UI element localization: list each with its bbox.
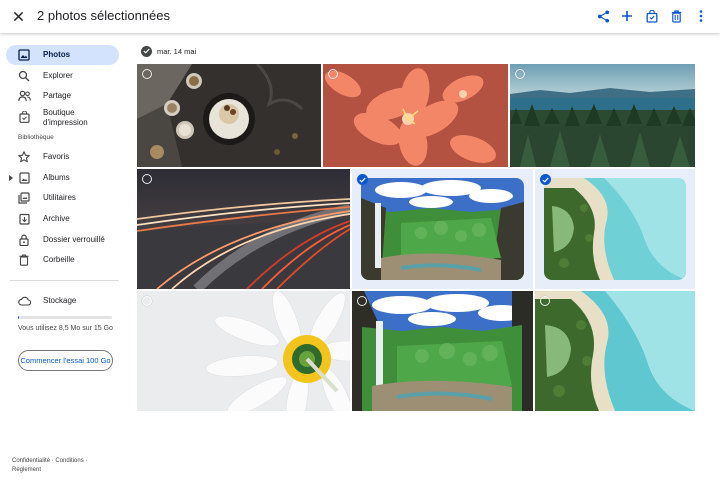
share-button[interactable]: [594, 7, 612, 25]
nav-item-albums[interactable]: Albums: [6, 168, 119, 188]
nav-item-explore[interactable]: Explorer: [6, 66, 119, 86]
nav-label: Corbeille: [43, 255, 75, 264]
nav-label: Dossier verrouillé: [43, 235, 105, 244]
select-photo-checkbox[interactable]: [328, 69, 338, 79]
delete-button[interactable]: [667, 7, 685, 25]
nav-item-print-store[interactable]: Boutique d'impression: [6, 107, 119, 131]
close-icon: [13, 11, 23, 21]
check-icon: [359, 177, 366, 183]
footer-links: Confidentialité · Conditions · Règlement: [12, 457, 122, 475]
nav-label: Photos: [43, 50, 71, 59]
nav-item-storage[interactable]: Stockage: [6, 291, 119, 311]
aerial-coast-image: [544, 178, 686, 280]
storage-meter: [18, 316, 112, 319]
start-trial-button[interactable]: Commencer l'essai 100 Go: [18, 350, 113, 371]
photo-selected-checkbox[interactable]: [357, 174, 368, 185]
cloud-icon: [17, 294, 31, 308]
forest-lake-image: [510, 64, 695, 167]
nav-item-locked-folder[interactable]: Dossier verrouillé: [6, 230, 119, 250]
photo-tile[interactable]: [137, 64, 321, 167]
nav-label: Archive: [43, 214, 70, 223]
album-icon: [17, 171, 31, 185]
date-group-header: mar. 14 mai: [141, 45, 196, 57]
separator: ·: [85, 458, 88, 464]
nav-label: Utilitaires: [43, 193, 76, 202]
white-daisy-image: [137, 291, 350, 411]
photo-tile[interactable]: [510, 64, 695, 167]
date-label: mar. 14 mai: [157, 46, 197, 56]
star-icon: [17, 150, 31, 164]
share-icon: [597, 9, 609, 23]
more-vert-icon: [699, 10, 703, 22]
search-icon: [17, 69, 31, 83]
select-photo-checkbox[interactable]: [142, 174, 152, 184]
trash-icon: [17, 253, 31, 267]
waterfall-canyon-image: [361, 178, 524, 280]
nav-item-photos[interactable]: Photos: [6, 45, 119, 65]
library-section-title: Bibliothèque: [18, 134, 54, 141]
separator: ·: [51, 458, 54, 464]
photos-icon: [17, 48, 31, 62]
food-flatlay-image: [137, 64, 321, 167]
select-photo-checkbox[interactable]: [357, 296, 367, 306]
trash-icon: [671, 9, 681, 23]
nav-item-archive[interactable]: Archive: [6, 209, 119, 229]
select-photo-checkbox[interactable]: [142, 296, 152, 306]
photo-tile[interactable]: [352, 291, 533, 411]
top-app-bar: 2 photos sélectionnées: [0, 0, 720, 33]
print-store-icon: [17, 110, 31, 124]
shopping-bag-icon: [646, 9, 658, 23]
photo-tile[interactable]: [352, 169, 533, 289]
nav-item-utilities[interactable]: Utilitaires: [6, 188, 119, 208]
sidebar: Photos Explorer Partage Boutique d'impre…: [0, 33, 130, 485]
nav-label: Stockage: [43, 296, 77, 305]
photo-selected-checkbox[interactable]: [540, 174, 551, 185]
nav-label: Favoris: [43, 152, 70, 161]
nav-item-sharing[interactable]: Partage: [6, 86, 119, 106]
select-photo-checkbox[interactable]: [540, 296, 550, 306]
highway-light-trails-image: [137, 169, 350, 289]
utilities-icon: [17, 191, 31, 205]
expand-caret-icon[interactable]: [8, 174, 14, 182]
orange-flowers-image: [323, 64, 508, 167]
waterfall-canyon-image: [352, 291, 533, 411]
add-icon: [622, 11, 632, 21]
check-icon: [542, 177, 549, 183]
order-photos-button[interactable]: [643, 7, 661, 25]
close-selection-button[interactable]: [9, 7, 27, 25]
select-photo-checkbox[interactable]: [515, 69, 525, 79]
photo-tile[interactable]: [535, 291, 695, 411]
nav-item-trash[interactable]: Corbeille: [6, 250, 119, 270]
people-icon: [17, 89, 31, 103]
nav-label: Boutique d'impression: [43, 108, 88, 127]
photo-tile[interactable]: [535, 169, 695, 289]
policy-link[interactable]: Règlement: [12, 467, 41, 473]
photo-tile[interactable]: [323, 64, 508, 167]
check-icon: [143, 48, 150, 54]
storage-usage-text: Vous utilisez 8,5 Mo sur 15 Go: [18, 325, 113, 332]
archive-icon: [17, 212, 31, 226]
privacy-link[interactable]: Confidentialité: [12, 458, 50, 464]
select-photo-checkbox[interactable]: [142, 69, 152, 79]
sidebar-divider: [10, 280, 119, 281]
add-to-button[interactable]: [618, 7, 636, 25]
nav-label: Albums: [43, 173, 70, 182]
select-group-checkbox[interactable]: [141, 45, 152, 57]
nav-label: Explorer: [43, 71, 73, 80]
selection-count-title: 2 photos sélectionnées: [37, 8, 170, 23]
storage-meter-fill: [18, 316, 19, 319]
aerial-coast-image: [535, 291, 695, 411]
more-options-button[interactable]: [692, 7, 710, 25]
nav-label: Partage: [43, 91, 72, 100]
photo-tile[interactable]: [137, 169, 350, 289]
lock-icon: [17, 233, 31, 247]
terms-link[interactable]: Conditions: [55, 458, 83, 464]
nav-item-favorites[interactable]: Favoris: [6, 147, 119, 167]
photo-tile[interactable]: [137, 291, 350, 411]
